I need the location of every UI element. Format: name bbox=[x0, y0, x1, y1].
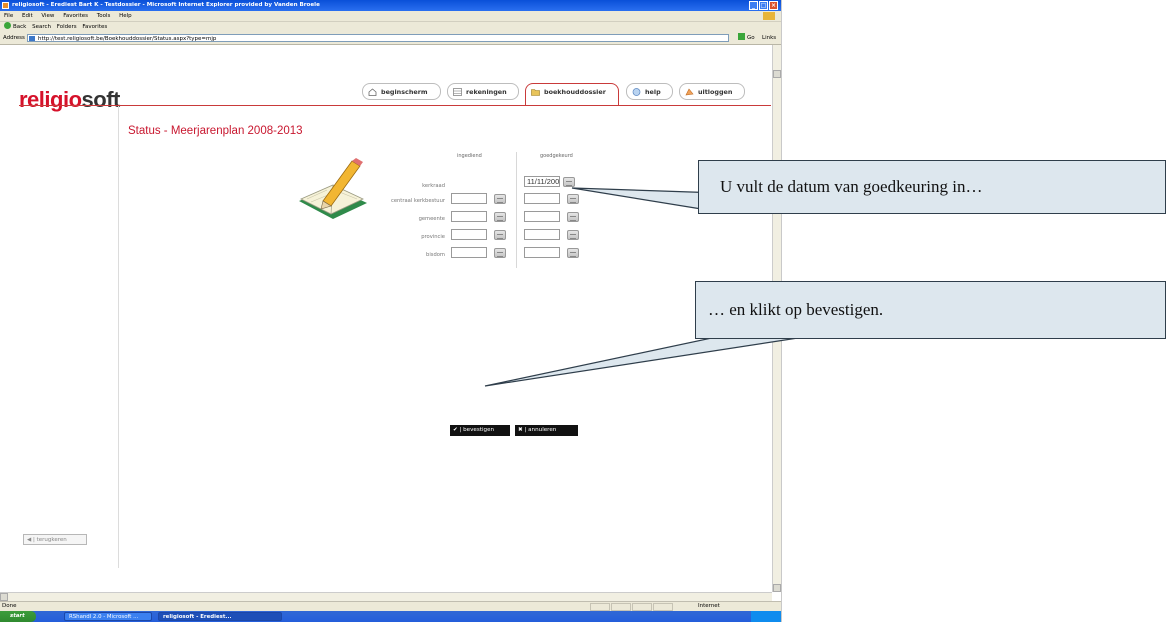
callout-date-approval: U vult de datum van goedkeuring in… bbox=[698, 160, 1166, 214]
callout-confirm: … en klikt op bevestigen. bbox=[695, 281, 1166, 339]
